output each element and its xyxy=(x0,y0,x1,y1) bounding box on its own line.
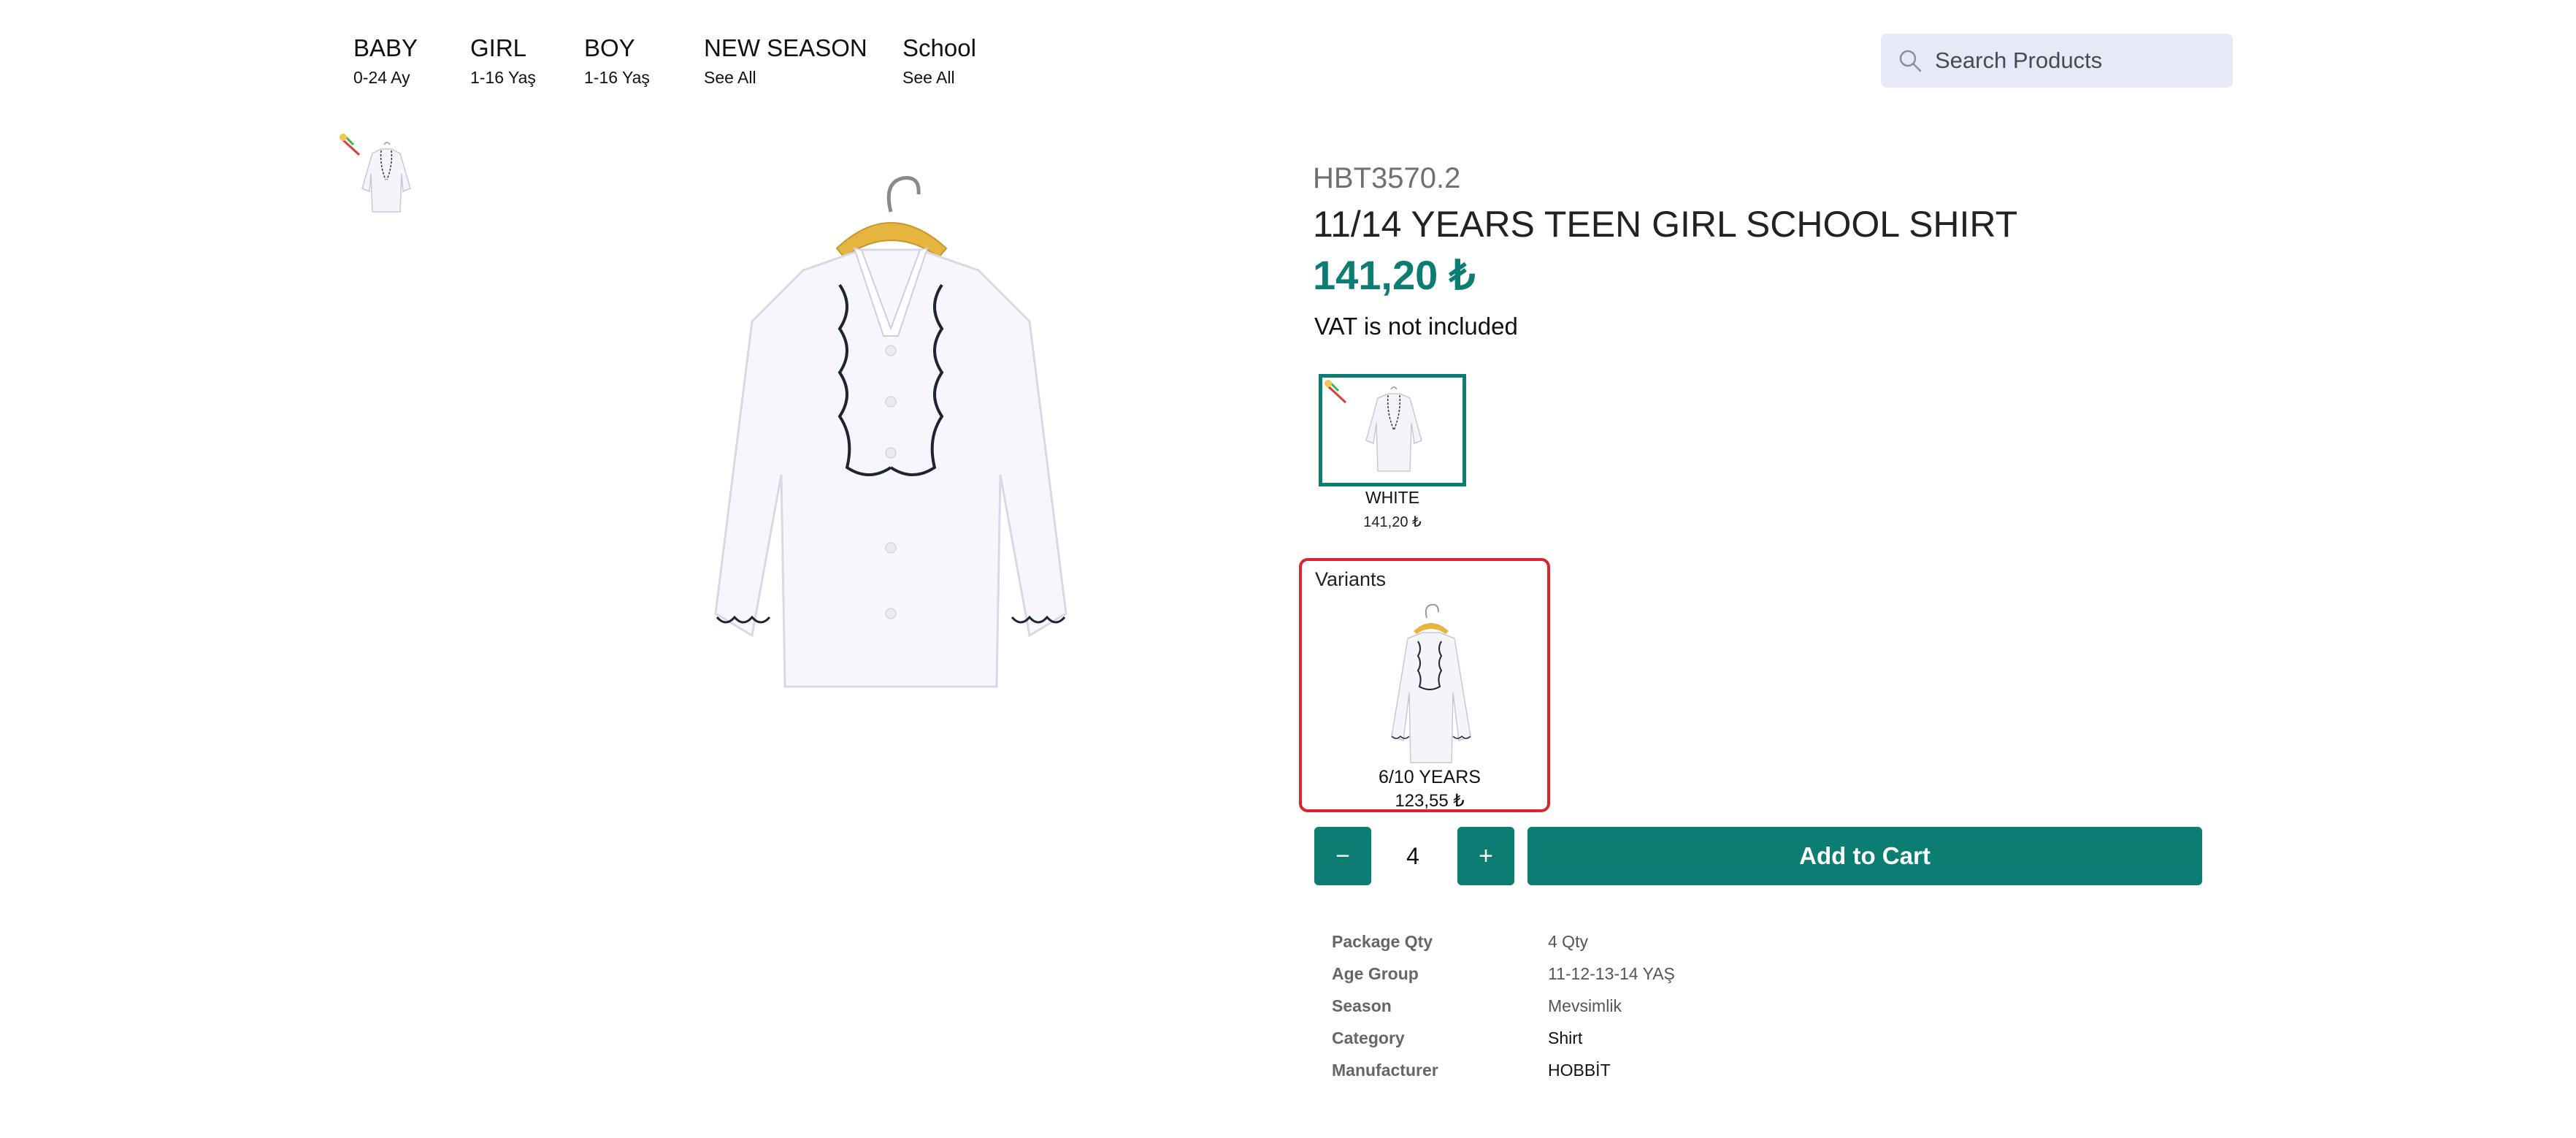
sticker-icon xyxy=(340,134,361,156)
color-option-name: WHITE xyxy=(1365,488,1420,507)
vat-note: VAT is not included xyxy=(1314,313,1518,340)
hanger-icon xyxy=(835,175,948,259)
spec-value: Mevsimlik xyxy=(1548,996,1622,1015)
product-sku: HBT3570.2 xyxy=(1313,162,1461,194)
quantity-input[interactable] xyxy=(1373,827,1453,885)
nav-item-title: GIRL xyxy=(470,34,527,61)
shirt-thumbnail-icon xyxy=(1391,603,1471,763)
spec-key: Category xyxy=(1332,1028,1405,1047)
search-input[interactable] xyxy=(1935,47,2212,74)
nav-item-title: School xyxy=(902,34,976,61)
spec-key: Age Group xyxy=(1332,964,1419,983)
sticker-icon xyxy=(1325,380,1347,404)
spec-value[interactable]: Shirt xyxy=(1548,1028,1582,1048)
nav-item-new-season[interactable]: NEW SEASON See All xyxy=(704,32,867,91)
nav-item-subtitle: 0-24 Ay xyxy=(353,68,410,87)
spec-key: Season xyxy=(1332,996,1392,1015)
add-to-cart-button[interactable]: Add to Cart xyxy=(1527,827,2202,885)
search-icon xyxy=(1899,50,1922,72)
minus-icon: − xyxy=(1335,841,1350,870)
nav-item-subtitle: 1-16 Yaş xyxy=(470,68,536,87)
spec-value: 4 Qty xyxy=(1548,932,1588,951)
spec-key: Package Qty xyxy=(1332,932,1433,951)
product-title: 11/14 YEARS TEEN GIRL SCHOOL SHIRT xyxy=(1313,204,2018,245)
nav-item-baby[interactable]: BABY 0-24 Ay xyxy=(353,32,418,91)
spec-value[interactable]: HOBBİT xyxy=(1548,1061,1611,1080)
variant-item[interactable]: 6/10 YEARS 123,55 ₺ xyxy=(1342,597,1517,811)
nav-item-boy[interactable]: BOY 1-16 Yaş xyxy=(584,32,650,91)
product-thumbnail[interactable] xyxy=(337,131,432,219)
nav-item-subtitle: See All xyxy=(902,68,955,87)
variant-name: 6/10 YEARS xyxy=(1379,767,1481,787)
main-product-image xyxy=(621,139,1161,716)
nav-item-title: NEW SEASON xyxy=(704,34,867,61)
product-price: 141,20 ₺ xyxy=(1313,252,1476,298)
search-bar[interactable] xyxy=(1881,34,2233,88)
color-option-white[interactable] xyxy=(1319,374,1466,486)
variants-box: Variants 6/10 YEARS 123,55 ₺ xyxy=(1299,558,1550,812)
quantity-increase-button[interactable]: + xyxy=(1457,827,1514,885)
nav-item-subtitle: See All xyxy=(704,68,756,87)
shirt-thumbnail-icon xyxy=(361,142,411,213)
variants-label: Variants xyxy=(1315,568,1387,590)
spec-key: Manufacturer xyxy=(1332,1061,1438,1080)
nav-item-school[interactable]: School See All xyxy=(902,32,976,91)
shirt-image xyxy=(714,247,1067,688)
plus-icon: + xyxy=(1479,841,1493,870)
color-option-price: 141,20 ₺ xyxy=(1363,514,1422,530)
nav-item-title: BABY xyxy=(353,34,418,61)
nav-item-subtitle: 1-16 Yaş xyxy=(584,68,650,87)
nav-item-title: BOY xyxy=(584,34,635,61)
quantity-decrease-button[interactable]: − xyxy=(1314,827,1371,885)
shirt-thumbnail-icon xyxy=(1365,386,1422,472)
variant-price: 123,55 ₺ xyxy=(1395,791,1465,811)
nav-item-girl[interactable]: GIRL 1-16 Yaş xyxy=(470,32,536,91)
spec-value: 11-12-13-14 YAŞ xyxy=(1548,964,1675,983)
